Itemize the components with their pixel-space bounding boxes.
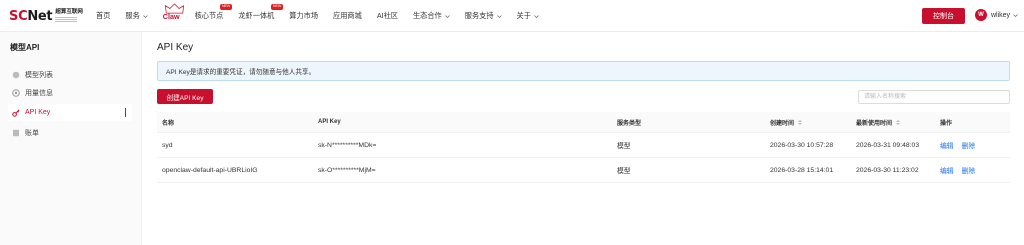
nav-app-store[interactable]: 应用商城 — [333, 11, 362, 21]
nav-label: 算力市场 — [289, 11, 319, 20]
column-header-label: 最新使用时间 — [856, 120, 893, 127]
chevron-down-icon — [143, 14, 148, 18]
nav-label: 生态合作 — [412, 11, 442, 20]
search-input[interactable] — [858, 90, 1010, 104]
sidebar-item-label: API Key — [25, 109, 51, 116]
claw-hot-icon — [164, 2, 184, 13]
column-header-type: 服务类型 — [617, 120, 642, 127]
sidebar-item-bill[interactable]: 账单 — [8, 124, 132, 141]
nav-ecosystem[interactable]: 生态合作 — [413, 11, 450, 21]
column-header-ops: 操作 — [940, 120, 953, 127]
column-header-last-used[interactable]: 最新使用时间 — [851, 118, 935, 127]
nav-claw[interactable]: Claw — [163, 2, 184, 21]
column-header-key: API Key — [318, 119, 341, 125]
bill-icon — [12, 129, 20, 137]
sidebar-item-model-list[interactable]: 模型列表 — [8, 66, 132, 83]
nav-compute-market[interactable]: 算力市场 — [289, 11, 318, 21]
column-header-label: 创建时间 — [770, 120, 795, 127]
table-row: syd sk-N**********MDk= 模型 2026-03-30 10:… — [157, 133, 1010, 158]
chevron-down-icon — [1013, 13, 1018, 17]
cell-name: syd — [162, 141, 173, 149]
logo-prefix: SC — [9, 8, 28, 24]
table-row: openclaw-default-api-UBRLioIG sk-O******… — [157, 158, 1010, 183]
table-header: 名称 API Key 服务类型 创建时间 最新使用时间 操作 — [157, 112, 1010, 133]
top-navigation-bar: SCNet 超算互联网 首页 服务 Claw 核心节点 NEW 龙虾一体机 NEW … — [0, 0, 1024, 32]
active-indicator — [124, 108, 126, 117]
sidebar-title: 模型API — [10, 43, 40, 52]
username: wlikey — [991, 11, 1011, 19]
user-menu[interactable]: W wlikey — [975, 9, 1018, 21]
nav-lobster-machine[interactable]: 龙虾一体机 NEW — [238, 4, 284, 21]
nav-about[interactable]: 关于 — [517, 11, 539, 21]
logo-suffix: Net — [27, 8, 53, 24]
column-header-created[interactable]: 创建时间 — [765, 118, 851, 127]
logo-decoration — [55, 17, 78, 23]
key-icon — [12, 109, 20, 117]
nav-ai-community[interactable]: AI社区 — [377, 11, 398, 21]
chevron-down-icon — [496, 14, 502, 18]
delete-link[interactable]: 删除 — [962, 165, 976, 175]
cell-last-used: 2026-03-30 11:23:02 — [856, 166, 919, 174]
nav-label: 服务 — [125, 11, 140, 20]
cell-name: openclaw-default-api-UBRLioIG — [162, 166, 258, 174]
main-nav: 首页 服务 Claw 核心节点 NEW 龙虾一体机 NEW 算力市场 应用商城 AI… — [96, 0, 554, 32]
cell-ops: 编辑 删除 — [935, 165, 1010, 175]
sidebar-item-label: 账单 — [25, 129, 39, 137]
cell-key: sk-N**********MDk= — [318, 141, 377, 149]
logo-tagline-block: 超算互联网 — [55, 8, 83, 23]
chevron-down-icon — [445, 14, 450, 18]
security-notice: API Key是请求的重要凭证，请勿随意与他人共享。 — [157, 61, 1010, 81]
page-title: API Key — [157, 42, 194, 53]
nav-label: 服务支持 — [464, 11, 494, 20]
nav-label: 核心节点 — [194, 11, 224, 20]
edit-link[interactable]: 编辑 — [940, 140, 954, 150]
usage-icon — [12, 88, 20, 97]
sidebar-item-api-key[interactable]: API Key — [8, 104, 132, 121]
nav-label: AI社区 — [376, 11, 398, 20]
cell-type: 模型 — [617, 143, 631, 150]
console-button[interactable]: 控制台 — [922, 8, 965, 24]
sort-icon[interactable] — [896, 119, 901, 125]
nav-core-nodes[interactable]: 核心节点 NEW — [194, 4, 233, 21]
sidebar: 模型API 模型列表 用量信息 API Key 账单 — [0, 32, 142, 245]
cell-type: 模型 — [617, 168, 631, 175]
nav-support[interactable]: 服务支持 — [465, 11, 502, 21]
edit-link[interactable]: 编辑 — [940, 165, 954, 175]
main-content: API Key API Key是请求的重要凭证，请勿随意与他人共享。 创建API… — [142, 32, 1024, 245]
api-key-table: 名称 API Key 服务类型 创建时间 最新使用时间 操作 syd sk-N*… — [157, 112, 1010, 183]
sort-icon[interactable] — [798, 119, 803, 125]
sidebar-item-label: 模型列表 — [25, 71, 53, 79]
new-badge: NEW — [219, 4, 233, 10]
delete-link[interactable]: 删除 — [962, 140, 976, 150]
cell-ops: 编辑 删除 — [935, 140, 1010, 150]
create-api-key-button[interactable]: 创建API Key — [157, 89, 213, 104]
logo-wordmark: SCNet — [9, 8, 53, 24]
avatar: W — [975, 9, 987, 21]
scnet-logo[interactable]: SCNet 超算互联网 — [9, 8, 83, 24]
notice-text: API Key是请求的重要凭证，请勿随意与他人共享。 — [166, 69, 316, 76]
nav-label: 首页 — [96, 11, 111, 20]
column-header-name: 名称 — [162, 120, 175, 127]
nav-services[interactable]: 服务 — [125, 11, 148, 21]
nav-label: 应用商城 — [333, 11, 362, 20]
new-badge: NEW — [270, 4, 284, 10]
cell-created: 2026-03-30 10:57:28 — [770, 141, 834, 149]
cell-created: 2026-03-28 15:14:01 — [770, 166, 834, 174]
chevron-down-icon — [534, 14, 539, 18]
nav-label: 关于 — [516, 11, 531, 20]
logo-tagline: 超算互联网 — [55, 8, 83, 15]
model-list-icon — [12, 71, 20, 79]
nav-label: 龙虾一体机 — [238, 11, 275, 20]
cell-last-used: 2026-03-31 09:48:03 — [856, 141, 920, 149]
nav-home[interactable]: 首页 — [96, 11, 110, 21]
cell-key: sk-O**********MjM= — [318, 166, 376, 174]
sidebar-item-usage[interactable]: 用量信息 — [8, 84, 132, 101]
sidebar-item-label: 用量信息 — [25, 89, 53, 97]
